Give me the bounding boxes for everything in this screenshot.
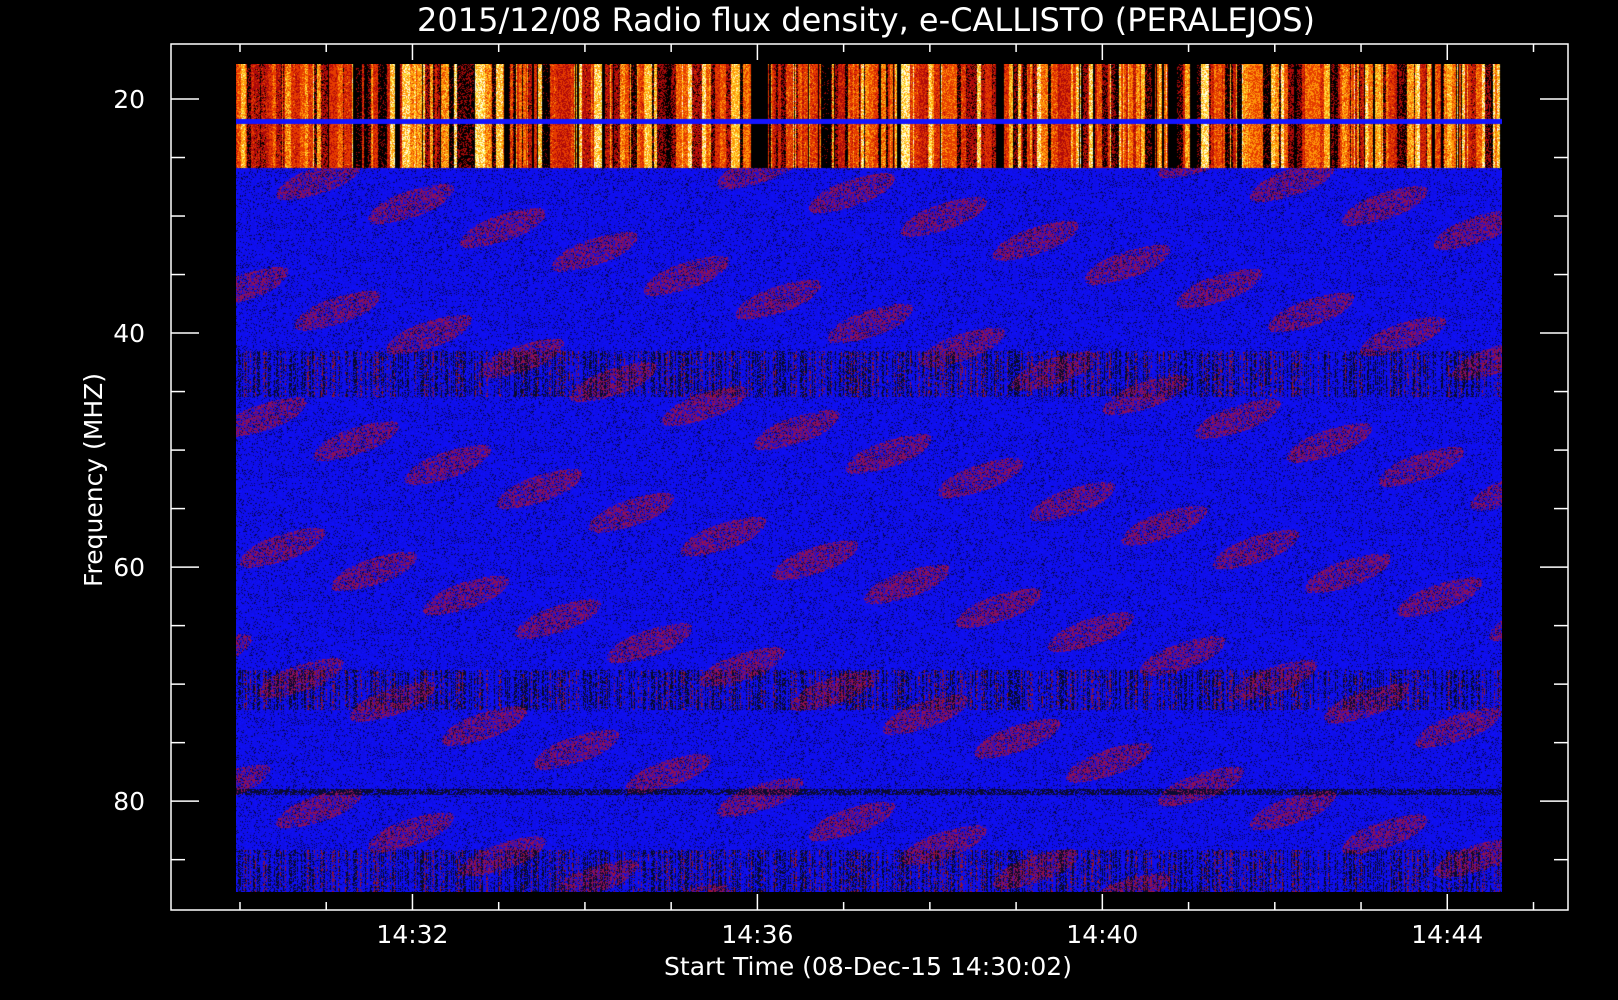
y-tick-label: 40 [113,319,145,348]
x-tick-label: 14:36 [721,920,793,949]
spectrogram-heatmap [236,64,1502,892]
x-axis-label: Start Time (08-Dec-15 14:30:02) [664,952,1072,981]
y-tick-label: 20 [113,85,145,114]
spectrogram-chart: 2015/12/08 Radio flux density, e-CALLIST… [0,0,1618,1000]
x-tick-label: 14:44 [1411,920,1483,949]
y-axis-label: Frequency (MHZ) [79,373,108,587]
y-tick-label: 80 [113,787,145,816]
spectrogram-plot-area [236,64,1502,892]
x-tick-label: 14:32 [376,920,448,949]
chart-title: 2015/12/08 Radio flux density, e-CALLIST… [417,1,1315,39]
y-tick-label: 60 [113,553,145,582]
x-tick-label: 14:40 [1066,920,1138,949]
